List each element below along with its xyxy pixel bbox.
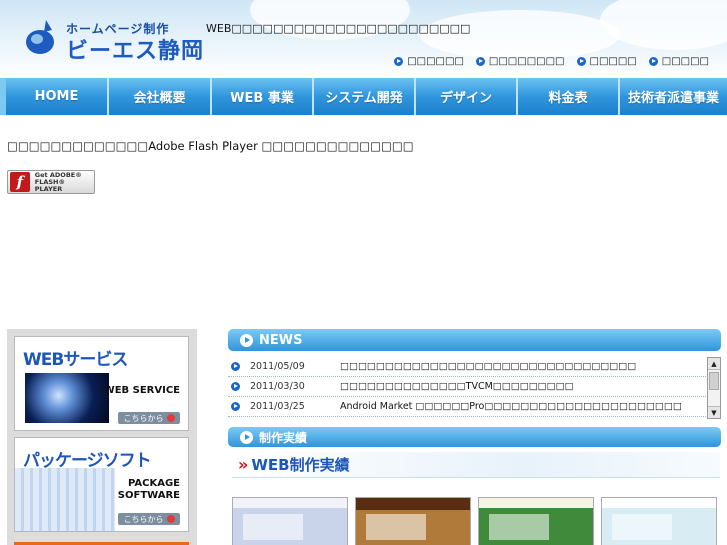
play-circle-icon [240, 333, 253, 347]
news-date: 2011/05/09 [250, 361, 305, 372]
banner-button-label: こちらから [123, 514, 164, 524]
banner-subtitle-line: PACKAGE [127, 478, 180, 489]
news-item[interactable]: 2011/03/30 □□□□□□□□□□□□□□TVCM□□□□□□□□□ [228, 377, 706, 397]
works-thumbnails [232, 497, 722, 545]
double-chevron-icon: » [238, 455, 248, 474]
news-item[interactable]: 2011/05/09 □□□□□□□□□□□□□□□□□□□□□□□□□□□□□… [228, 357, 706, 377]
utility-link-label: □□□□□□□□ [488, 56, 565, 67]
banner-more-button[interactable]: こちらから [118, 412, 180, 424]
utility-link[interactable]: □□□□□□□□ [475, 56, 565, 67]
header-cloud [420, 10, 620, 60]
arrow-bullet-icon [648, 57, 658, 66]
nav-item-web[interactable]: WEB 事業 [212, 78, 314, 115]
arrow-bullet-icon [231, 382, 240, 391]
web-works-label: WEB制作実績 [251, 456, 350, 474]
logo-title[interactable]: ビーエス静岡 [66, 33, 204, 65]
work-thumbnail[interactable] [601, 497, 717, 545]
nav-item-pricing[interactable]: 料金表 [518, 78, 620, 115]
thumbnail-image [489, 514, 549, 540]
play-circle-icon [240, 430, 253, 444]
banner-subtitle: PACKAGE SOFTWARE [118, 478, 180, 502]
scroll-down-icon[interactable]: ▼ [708, 406, 720, 418]
get-flash-player-button[interactable]: f Get ADOBE® FLASH® PLAYER [7, 170, 95, 194]
works-heading: 制作実績 [228, 427, 721, 447]
package-software-banner[interactable]: パッケージソフト PACKAGE SOFTWARE こちらから [14, 437, 189, 532]
banner-subtitle-line: SOFTWARE [117, 490, 180, 501]
header-cloud [600, 0, 727, 50]
banner-button-label: こちらから [123, 413, 164, 423]
scroll-thumb[interactable] [709, 372, 719, 390]
utility-link-label: □□□□□□ [407, 56, 464, 67]
news-scrollbar[interactable]: ▲ ▼ [707, 357, 721, 419]
header-tagline: WEB□□□□□□□□□□□□□□□□□□□□□□□ [206, 22, 471, 35]
nav-item-home[interactable]: HOME [0, 78, 109, 115]
works-heading-label: 制作実績 [259, 430, 308, 445]
building-image [15, 468, 115, 531]
nav-item-system[interactable]: システム開発 [314, 78, 416, 115]
nav-item-design[interactable]: デザイン [416, 78, 518, 115]
banner-more-button[interactable]: こちらから [118, 513, 180, 525]
utility-link[interactable]: □□□□□ [648, 56, 709, 67]
news-list: 2011/05/09 □□□□□□□□□□□□□□□□□□□□□□□□□□□□□… [228, 357, 706, 417]
nav-item-company[interactable]: 会社概要 [109, 78, 212, 115]
thumbnail-image [612, 514, 672, 540]
logo-icon[interactable] [24, 20, 56, 56]
banner-title: パッケージソフト [23, 451, 152, 471]
nav-item-dispatch[interactable]: 技術者派遣事業 [620, 78, 727, 115]
banner-subtitle: WEB SERVICE [103, 385, 180, 396]
flash-badge-line: FLASH® PLAYER [34, 177, 65, 193]
sidebar: WEBサービス WEB SERVICE こちらから パッケージソフト PACKA… [7, 329, 197, 545]
utility-link[interactable]: □□□□□ [576, 56, 637, 67]
flash-badge-label: Get ADOBE® FLASH® PLAYER [34, 171, 94, 193]
flash-notice-text: □□□□□□□□□□□□□Adobe Flash Player □□□□□□□□… [7, 139, 414, 153]
utility-links: □□□□□□ □□□□□□□□ □□□□□ □□□□□ [394, 56, 709, 67]
news-date: 2011/03/25 [250, 401, 305, 412]
banner-title: WEBサービス [23, 350, 128, 370]
arrow-bullet-icon [231, 362, 240, 371]
news-link[interactable]: Android Market □□□□□□Pro□□□□□□□□□□□□□□□□… [340, 401, 682, 412]
arrow-bullet-icon [394, 57, 404, 66]
scroll-up-icon[interactable]: ▲ [708, 358, 720, 370]
work-thumbnail[interactable] [355, 497, 471, 545]
news-item[interactable]: 2011/03/25 Android Market □□□□□□Pro□□□□□… [228, 397, 706, 417]
arrow-bullet-icon [475, 57, 485, 66]
news-heading-label: NEWS [259, 332, 303, 348]
arrow-circle-icon [166, 414, 175, 422]
utility-link-label: □□□□□ [589, 56, 637, 67]
news-heading: NEWS [228, 329, 721, 351]
site-header: ホームページ制作 ビーエス静岡 WEB□□□□□□□□□□□□□□□□□□□□□… [0, 0, 727, 78]
thumbnail-image [366, 514, 426, 540]
web-service-banner[interactable]: WEBサービス WEB SERVICE こちらから [14, 336, 189, 431]
web-works-subheading: » WEB制作実績 [232, 452, 720, 478]
news-link[interactable]: □□□□□□□□□□□□□□□□□□□□□□□□□□□□□□□□□ [340, 361, 636, 372]
flash-icon: f [10, 172, 30, 192]
utility-link[interactable]: □□□□□□ [394, 56, 464, 67]
utility-link-label: □□□□□ [661, 56, 709, 67]
globe-image [25, 373, 109, 423]
main-nav: HOME 会社概要 WEB 事業 システム開発 デザイン 料金表 技術者派遣事業 [0, 78, 727, 115]
arrow-bullet-icon [576, 57, 586, 66]
news-link[interactable]: □□□□□□□□□□□□□□TVCM□□□□□□□□□ [340, 381, 574, 392]
thumbnail-image [243, 514, 303, 540]
work-thumbnail[interactable] [232, 497, 348, 545]
arrow-bullet-icon [231, 402, 240, 411]
work-thumbnail[interactable] [478, 497, 594, 545]
arrow-circle-icon [166, 515, 175, 523]
news-date: 2011/03/30 [250, 381, 305, 392]
